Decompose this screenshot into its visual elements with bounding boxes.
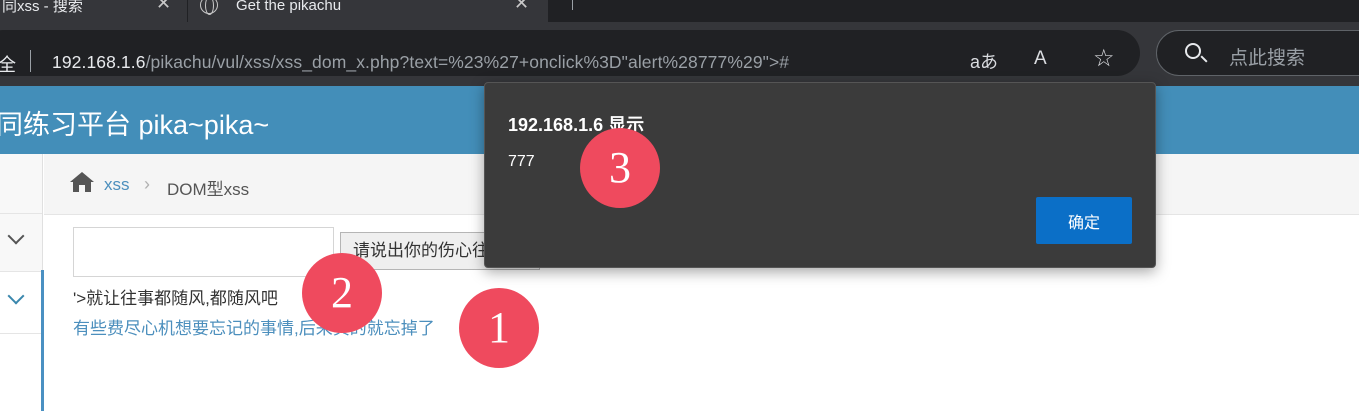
breadcrumb-separator: › xyxy=(144,174,150,194)
annotation-marker-1: 1 xyxy=(459,288,539,368)
sidebar-item[interactable] xyxy=(0,334,42,411)
globe-icon xyxy=(200,0,218,15)
tab-title: 同xss - 搜索 xyxy=(2,0,83,15)
sidebar-item-active[interactable] xyxy=(0,272,42,334)
output-link[interactable]: 有些费尽心机想要忘记的事情,后来真的就忘掉了 xyxy=(73,314,435,339)
search-icon xyxy=(1185,43,1201,59)
annotation-marker-3: 3 xyxy=(580,128,660,208)
read-aloud-icon[interactable]: A xyxy=(1034,48,1047,70)
annotation-marker-2: 2 xyxy=(302,253,382,333)
sidebar xyxy=(0,154,43,411)
sidebar-item[interactable] xyxy=(0,154,42,214)
breadcrumb-current: DOM型xss xyxy=(167,180,250,199)
security-label[interactable]: 安全 xyxy=(0,51,16,77)
read-aloud-translate-icon[interactable]: aあ xyxy=(970,48,998,74)
site-title[interactable]: 同练习平台 pika~pika~ xyxy=(0,103,269,142)
tab-close-icon[interactable]: ✕ xyxy=(156,0,171,14)
dialog-message: 777 xyxy=(508,153,535,170)
search-placeholder: 点此搜索 xyxy=(1229,48,1306,69)
sidebar-item[interactable] xyxy=(0,214,42,272)
tab-separator xyxy=(572,0,573,10)
browser-tab-strip: 同xss - 搜索 ✕ Get the pikachu ✕ xyxy=(0,0,1359,22)
browser-toolbar: 安全 192.168.1.6/pikachu/vul/xss/xss_dom_x… xyxy=(0,22,1359,86)
url-path: /pikachu/vul/xss/xss_dom_x.php?text=%23%… xyxy=(145,52,790,72)
ok-button[interactable]: 确定 xyxy=(1036,197,1132,244)
browser-tab-pikachu[interactable]: Get the pikachu ✕ xyxy=(188,0,548,22)
tab-title: Get the pikachu xyxy=(236,0,342,14)
favorite-star-icon[interactable]: ☆ xyxy=(1093,44,1115,73)
tab-close-icon[interactable]: ✕ xyxy=(514,0,529,14)
address-divider xyxy=(30,50,31,72)
sidebar-active-indicator xyxy=(41,270,44,411)
url-host: 192.168.1.6 xyxy=(52,52,146,72)
url-text[interactable]: 192.168.1.6/pikachu/vul/xss/xss_dom_x.ph… xyxy=(52,52,789,73)
address-bar[interactable]: 安全 192.168.1.6/pikachu/vul/xss/xss_dom_x… xyxy=(0,30,1140,76)
output-text: '>就让往事都随风,都随风吧 xyxy=(73,289,278,308)
text-input[interactable] xyxy=(73,227,334,277)
browser-search-box[interactable]: 点此搜索 xyxy=(1156,30,1359,76)
breadcrumb-link-xss[interactable]: xss xyxy=(104,175,130,195)
home-icon[interactable] xyxy=(69,171,95,193)
browser-tab-search[interactable]: 同xss - 搜索 ✕ xyxy=(0,0,187,22)
